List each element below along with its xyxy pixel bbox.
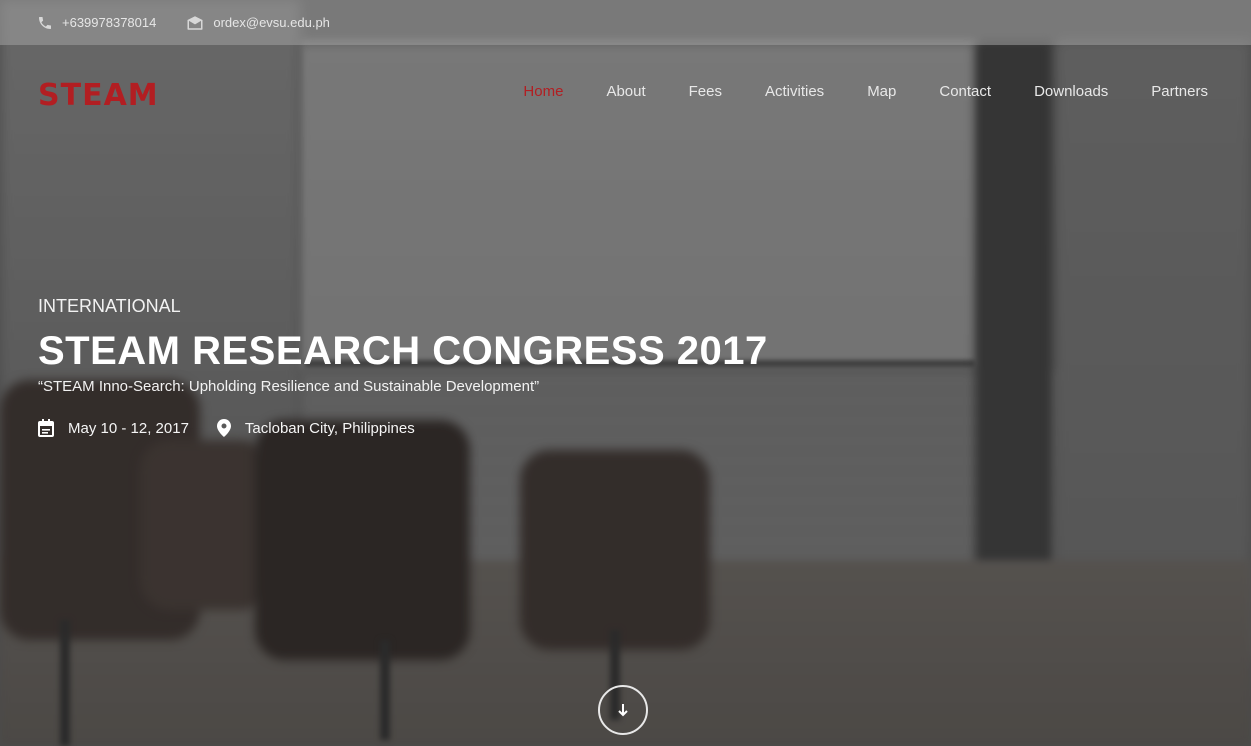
main-nav: Home About Fees Activities Map Contact D… — [480, 83, 1251, 100]
envelope-icon — [187, 15, 203, 30]
nav-item-activities[interactable]: Activities — [765, 83, 824, 100]
hero-kicker: INTERNATIONAL — [38, 296, 181, 316]
arrow-down-icon — [618, 704, 628, 717]
nav-item-home[interactable]: Home — [523, 83, 563, 100]
phone-number: +639978378014 — [62, 15, 157, 30]
hero-title: STEAM RESEARCH CONGRESS 2017 — [38, 329, 768, 373]
email-contact[interactable]: ordex@evsu.edu.ph — [186, 15, 330, 31]
hero-section: INTERNATIONAL STEAM RESEARCH CONGRESS 20… — [38, 296, 768, 437]
event-location: Tacloban City, Philippines — [216, 419, 415, 437]
nav-item-downloads[interactable]: Downloads — [1034, 83, 1108, 100]
map-pin-icon — [216, 419, 231, 437]
event-date-text: May 10 - 12, 2017 — [68, 419, 189, 437]
hero-tagline: “STEAM Inno-Search: Upholding Resilience… — [38, 378, 540, 395]
page: +639978378014 ordex@evsu.edu.ph STEAM Ho… — [0, 0, 1251, 746]
phone-contact[interactable]: +639978378014 — [37, 15, 156, 31]
calendar-icon — [38, 419, 54, 437]
nav-item-partners[interactable]: Partners — [1151, 83, 1208, 100]
nav-item-map[interactable]: Map — [867, 83, 896, 100]
nav-item-contact[interactable]: Contact — [939, 83, 991, 100]
main-navbar: STEAM Home About Fees Activities Map Con… — [0, 45, 1251, 141]
event-location-text: Tacloban City, Philippines — [244, 419, 415, 437]
steam-logo[interactable]: STEAM — [38, 78, 159, 113]
phone-icon — [39, 16, 51, 29]
email-address: ordex@evsu.edu.ph — [213, 15, 330, 30]
nav-item-about[interactable]: About — [606, 83, 645, 100]
nav-item-fees[interactable]: Fees — [689, 83, 722, 100]
event-meta: May 10 - 12, 2017 Tacloban City, Philipp… — [38, 419, 768, 437]
top-info-bar: +639978378014 ordex@evsu.edu.ph — [0, 0, 1251, 45]
event-date: May 10 - 12, 2017 — [38, 419, 189, 437]
scroll-down-button[interactable] — [598, 685, 648, 735]
